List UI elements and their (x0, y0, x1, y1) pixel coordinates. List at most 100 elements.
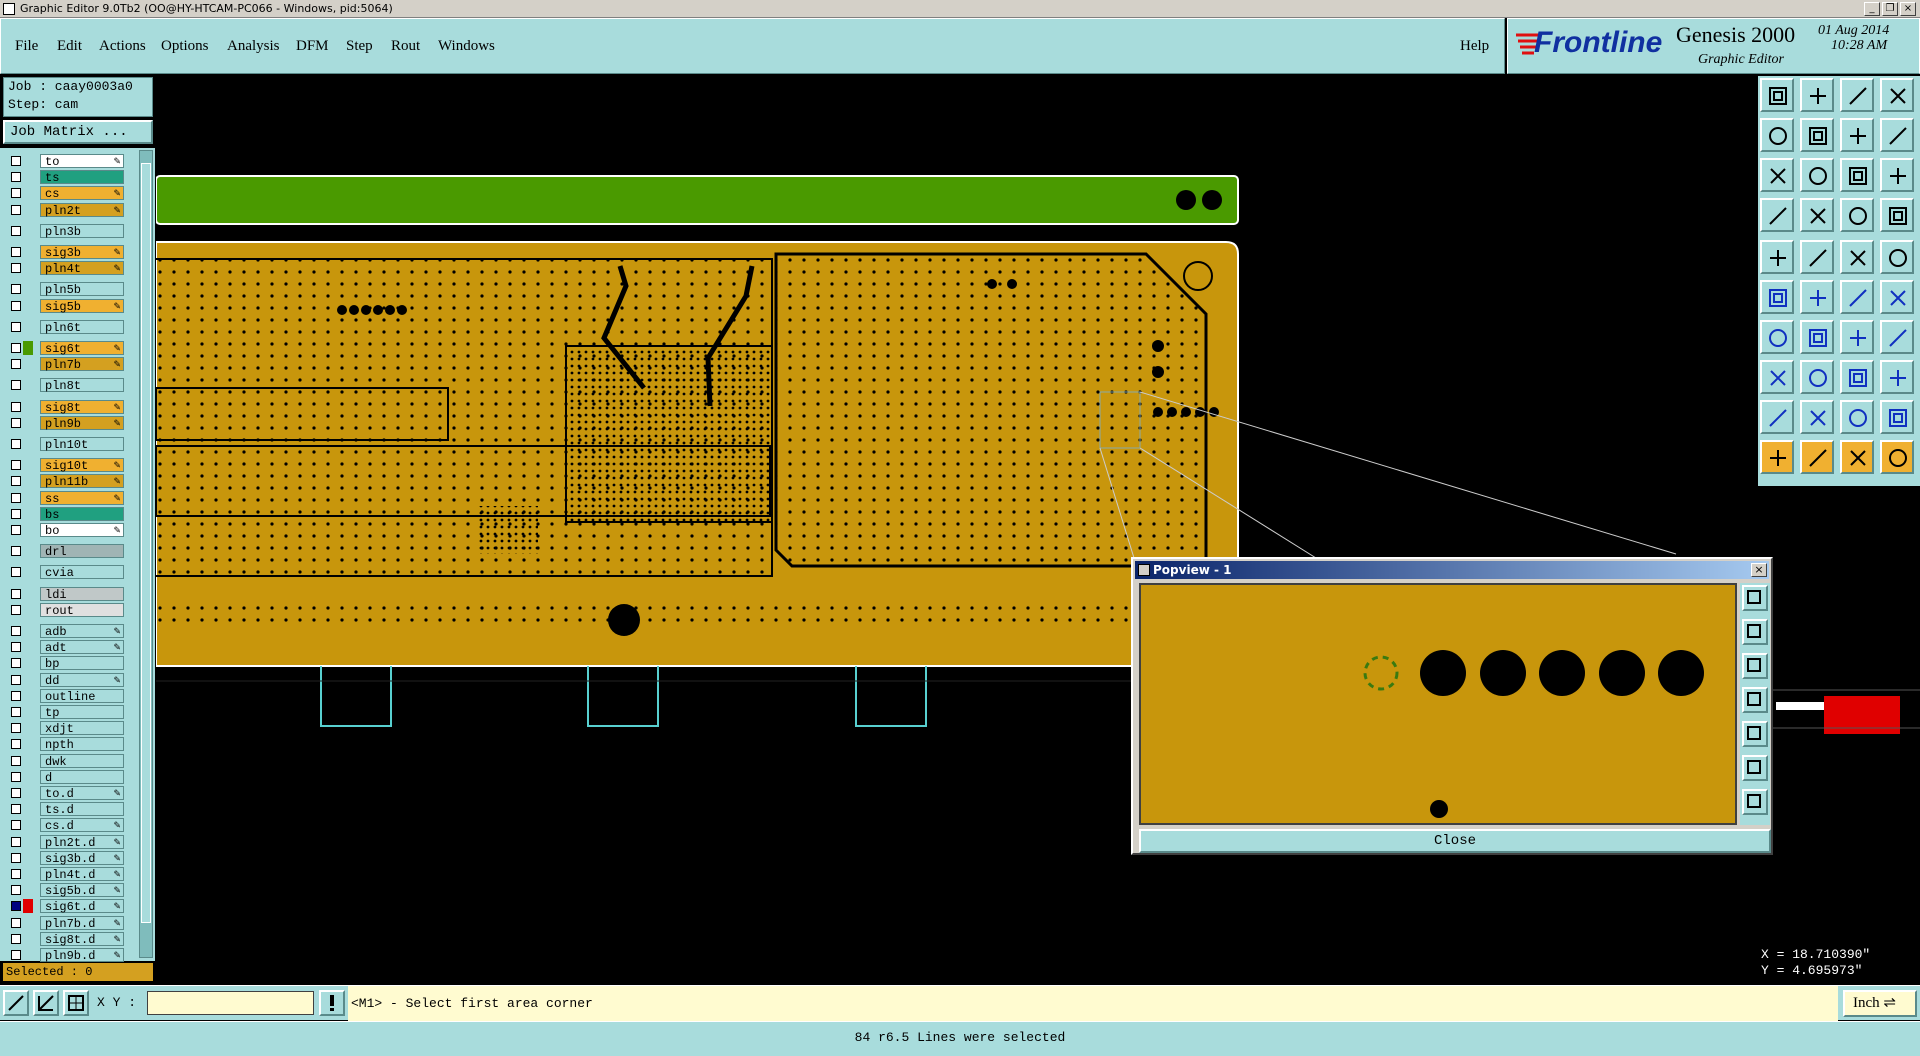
layer-checkbox[interactable] (11, 755, 21, 766)
xy-input[interactable] (147, 991, 314, 1015)
layer-row-bp[interactable]: bp (8, 656, 124, 671)
layer-label[interactable]: pln9b (40, 415, 124, 431)
measure-icon[interactable] (33, 990, 59, 1016)
layer-checkbox[interactable] (11, 247, 21, 257)
layer-row-to-d[interactable]: to.d ✎ (8, 786, 124, 801)
layer-row-pln9b-d[interactable]: pln9b.d ✎ (8, 948, 124, 963)
layer-color-swatch[interactable] (23, 299, 33, 313)
grid-snap-icon[interactable] (63, 990, 89, 1016)
layer-row-pln10t[interactable]: pln10t (8, 437, 124, 452)
layer-color-swatch[interactable] (23, 867, 33, 881)
layer-color-swatch[interactable] (23, 491, 33, 505)
menu-rout[interactable]: Rout (391, 38, 420, 55)
snap-mode-icon[interactable] (3, 990, 29, 1016)
layer-checkbox[interactable] (11, 284, 21, 295)
menu-help[interactable]: Help (1460, 38, 1489, 55)
layer-color-swatch[interactable] (23, 523, 33, 537)
layer-color-swatch[interactable] (23, 705, 33, 719)
layer-row-adt[interactable]: adt ✎ (8, 640, 124, 655)
layer-color-swatch[interactable] (23, 224, 33, 238)
layer-color-swatch[interactable] (23, 818, 33, 832)
layer-color-swatch[interactable] (23, 802, 33, 816)
layer-color-swatch[interactable] (23, 656, 33, 670)
layer-row-sig5b-d[interactable]: sig5b.d ✎ (8, 883, 124, 898)
slash-icon[interactable] (1800, 320, 1834, 354)
layer-row-to[interactable]: to ✎ (8, 154, 124, 169)
layer-color-swatch[interactable] (23, 932, 33, 946)
layer-label[interactable]: ts.d (40, 802, 124, 817)
layer-color-swatch[interactable] (23, 245, 33, 259)
triangle-a-icon[interactable] (1800, 400, 1834, 434)
layer-color-swatch[interactable] (23, 565, 33, 579)
triangle-icon[interactable] (1760, 400, 1794, 434)
layer-color-swatch[interactable] (23, 624, 33, 638)
menu-step[interactable]: Step (346, 38, 373, 55)
zoom-ratio-icon[interactable] (1840, 158, 1874, 192)
layer-row-cs-d[interactable]: cs.d ✎ (8, 818, 124, 833)
layer-label[interactable]: cs (40, 186, 124, 201)
fit-screen-icon[interactable] (1760, 158, 1794, 192)
layer-label[interactable]: outline (40, 688, 124, 704)
layer-color-swatch[interactable] (23, 948, 33, 962)
layer-row-pln5b[interactable]: pln5b (8, 282, 124, 297)
layer-label[interactable]: pln5b (40, 282, 124, 297)
layer-row-drl[interactable]: drl (8, 544, 124, 559)
layer-color-swatch[interactable] (23, 899, 33, 914)
layer-color-swatch[interactable] (23, 851, 33, 865)
zoom-window-icon[interactable] (1880, 78, 1914, 112)
layer-color-swatch[interactable] (23, 474, 33, 488)
layer-row-pln9b[interactable]: pln9b ✎ (8, 415, 124, 431)
layer-checkbox[interactable] (11, 546, 21, 557)
layer-row-sig8t-d[interactable]: sig8t.d ✎ (8, 931, 124, 947)
layer-checkbox[interactable] (11, 188, 21, 199)
transform-icon[interactable] (1880, 360, 1914, 394)
layer-row-pln3b[interactable]: pln3b (8, 223, 124, 239)
layer-label[interactable]: ss (40, 490, 124, 506)
layer-color-swatch[interactable] (23, 689, 33, 703)
layer-label[interactable]: sig6t.d (40, 899, 124, 914)
layer-color-swatch[interactable] (23, 458, 33, 472)
layer-checkbox[interactable] (11, 263, 21, 274)
layer-row-cs[interactable]: cs ✎ (8, 186, 124, 201)
layer-row-ts-d[interactable]: ts.d (8, 802, 124, 817)
layer-checkbox[interactable] (11, 380, 21, 391)
layer-row-xdjt[interactable]: xdjt (8, 721, 124, 736)
layer-row-rout[interactable]: rout (8, 602, 124, 618)
measure-icon[interactable] (1760, 198, 1794, 232)
popview-pan-left-icon[interactable] (1742, 687, 1768, 713)
layer-color-swatch[interactable] (23, 544, 33, 558)
layer-label[interactable]: bo (40, 523, 124, 538)
layer-checkbox[interactable] (11, 225, 21, 236)
select-area-icon[interactable] (1880, 440, 1914, 474)
arc-cut-icon[interactable] (1880, 280, 1914, 314)
layer-color-swatch[interactable] (23, 754, 33, 768)
layer-row-sig3b[interactable]: sig3b ✎ (8, 245, 124, 260)
layer-color-swatch[interactable] (23, 507, 33, 521)
layer-label[interactable]: pln4t (40, 261, 124, 276)
rotate-icon[interactable] (1840, 320, 1874, 354)
layer-color-swatch[interactable] (23, 603, 33, 617)
layer-checkbox[interactable] (11, 788, 21, 798)
layer-label[interactable]: sig5b (40, 298, 124, 314)
layer-color-swatch[interactable] (23, 203, 33, 217)
query-icon[interactable] (1880, 158, 1914, 192)
layer-checkbox[interactable] (11, 604, 21, 615)
layer-row-pln11b[interactable]: pln11b ✎ (8, 474, 124, 489)
snap-point-icon[interactable] (1760, 280, 1794, 314)
popview-zoom-in-icon[interactable] (1742, 619, 1768, 645)
minus-icon[interactable] (1800, 360, 1834, 394)
layer-checkbox[interactable] (11, 439, 21, 449)
job-matrix-button[interactable]: Job Matrix ... (3, 120, 153, 144)
layer-label[interactable]: to (40, 154, 124, 169)
layer-color-swatch[interactable] (23, 883, 33, 897)
layer-checkbox[interactable] (11, 343, 21, 353)
layer-label[interactable]: pln9b.d (40, 948, 124, 963)
layer-row-sig6t-d[interactable]: sig6t.d ✎ (8, 899, 124, 914)
layer-color-swatch[interactable] (23, 416, 33, 430)
layer-label[interactable]: adt (40, 640, 124, 655)
layer-label[interactable]: pln6t (40, 319, 124, 335)
menu-actions[interactable]: Actions (99, 38, 146, 55)
layer-label[interactable]: bp (40, 656, 124, 671)
layer-checkbox[interactable] (11, 771, 21, 782)
redraw-icon[interactable] (1880, 118, 1914, 152)
